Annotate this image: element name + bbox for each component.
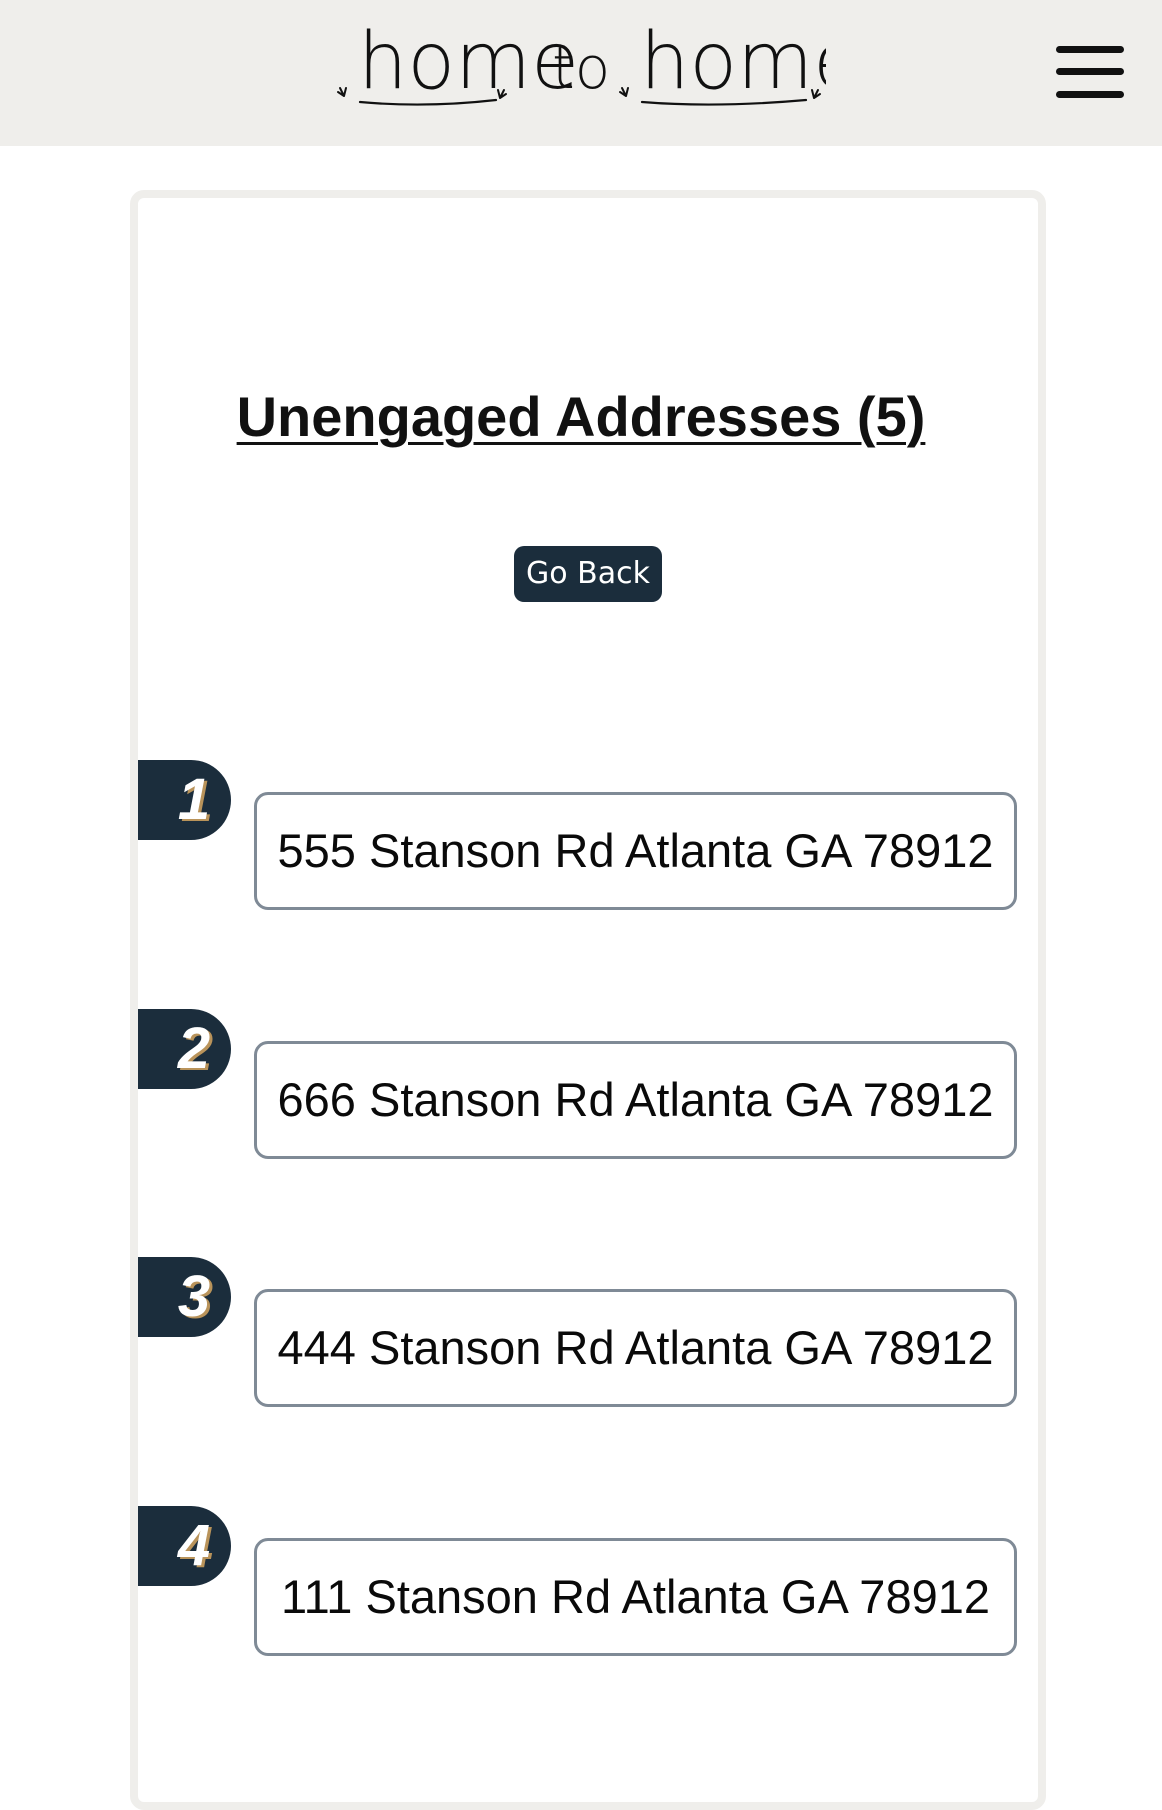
hamburger-menu-icon[interactable] [1056, 44, 1124, 100]
logo-word-middle: to [552, 34, 610, 102]
go-back-button[interactable]: Go Back [514, 546, 662, 602]
item-number: 1 [177, 767, 211, 832]
item-number: 4 [177, 1513, 211, 1578]
list-item: 4 111 Stanson Rd Atlanta GA 78912 [0, 1506, 1162, 1666]
number-badge: 1 [138, 760, 231, 840]
logo-word-right: home [640, 17, 826, 107]
list-item: 2 666 Stanson Rd Atlanta GA 78912 [0, 1009, 1162, 1169]
address-button[interactable]: 111 Stanson Rd Atlanta GA 78912 [254, 1538, 1017, 1656]
address-button[interactable]: 666 Stanson Rd Atlanta GA 78912 [254, 1041, 1017, 1159]
list-item: 3 444 Stanson Rd Atlanta GA 78912 [0, 1257, 1162, 1417]
number-badge: 4 [138, 1506, 231, 1586]
item-number: 2 [177, 1016, 211, 1081]
logo-word-left: home [358, 17, 579, 107]
page-title: Unengaged Addresses (5) [236, 385, 926, 448]
number-badge: 3 [138, 1257, 231, 1337]
home-to-home-logo[interactable]: home to home [336, 10, 826, 110]
app-header: home to home [0, 0, 1162, 146]
number-badge: 2 [138, 1009, 231, 1089]
address-button[interactable]: 555 Stanson Rd Atlanta GA 78912 [254, 792, 1017, 910]
item-number: 3 [177, 1264, 211, 1329]
list-item: 1 555 Stanson Rd Atlanta GA 78912 [0, 760, 1162, 920]
address-button[interactable]: 444 Stanson Rd Atlanta GA 78912 [254, 1289, 1017, 1407]
